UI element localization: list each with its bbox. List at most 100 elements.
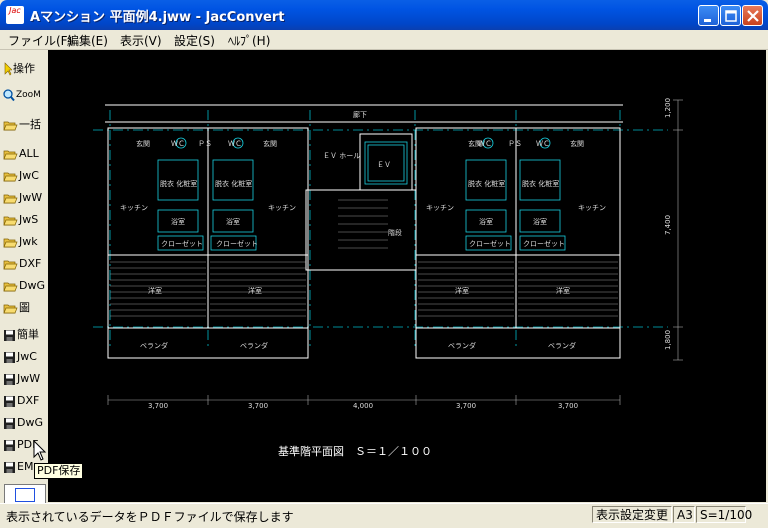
folder-open-icon [3, 172, 18, 181]
toolbar-label: JwC [17, 350, 37, 363]
minimize-icon [704, 19, 711, 22]
fixtures [157, 137, 566, 251]
open-jwk-button[interactable]: Jwk [3, 231, 46, 253]
open-dxf-button[interactable]: DXF [3, 253, 46, 275]
close-icon [747, 10, 759, 22]
toolbar-label: JwW [19, 191, 43, 204]
close-button[interactable] [742, 5, 763, 26]
app-icon: Jac [6, 6, 24, 24]
save-dxf-button[interactable]: DXF [3, 390, 46, 412]
open-image-button[interactable]: 圖 [3, 297, 46, 319]
label-wc: ＷＣ [228, 140, 242, 148]
dimension-lines [107, 99, 683, 405]
open-jwc-button[interactable]: JwC [3, 165, 46, 187]
toolbar-label: Jwk [19, 235, 38, 248]
toolbar-label: 操作 [13, 62, 35, 75]
minimize-button[interactable] [698, 5, 719, 26]
label-kitchen: キッチン [120, 204, 148, 212]
label-veranda: ベランダ [140, 341, 168, 350]
dimension-label: 1,200 [664, 98, 672, 118]
folder-open-icon [3, 216, 18, 225]
open-jws-button[interactable]: JwS [3, 209, 46, 231]
label-entrance: 玄関 [263, 139, 277, 148]
status-bar: 表示されているデータをＰＤＦファイルで保存します 表示設定変更 A3 S=1/1… [0, 503, 768, 528]
label-closet: クローゼット [523, 239, 565, 248]
zoom-icon [3, 89, 15, 102]
zoom-button[interactable]: ZooM [3, 84, 46, 106]
label-ps: ＰＳ [198, 140, 212, 148]
save-icon [4, 351, 15, 363]
folder-open-icon [3, 150, 18, 159]
label-entrance: 玄関 [136, 139, 150, 148]
toolbar-label: DwG [19, 279, 45, 292]
dimension-label: 3,700 [456, 402, 476, 410]
label-bath: 浴室 [226, 217, 240, 226]
label-changing: 脱衣 化粧室 [522, 179, 559, 188]
window-title: Aマンション 平面例4.jww - JacConvert [30, 10, 285, 25]
label-bath: 浴室 [171, 217, 185, 226]
menu-edit[interactable]: 編集(E) [67, 32, 108, 49]
frame-tool-button[interactable] [4, 484, 46, 504]
label-closet: クローゼット [469, 239, 511, 248]
floor-plan: 廊下 ＥＶ ＥＶ ホール 階段 玄関 玄関 玄関 玄関 脱衣 化粧室 脱衣 化粧… [93, 98, 683, 410]
label-ev-hall: ＥＶ ホール [323, 152, 360, 160]
save-simple-button[interactable]: 簡単 [3, 324, 46, 346]
label-western-room: 洋室 [248, 286, 262, 295]
label-kitchen: キッチン [268, 204, 296, 212]
dimension-label: 3,700 [558, 402, 578, 410]
dimension-label: 4,000 [353, 402, 373, 410]
label-entrance: 玄関 [570, 139, 584, 148]
status-message: 表示されているデータをＰＤＦファイルで保存します [6, 510, 294, 524]
maximize-icon [725, 10, 737, 22]
menu-file[interactable]: ファイル(F) [8, 32, 72, 49]
open-jww-button[interactable]: JwW [3, 187, 46, 209]
mouse-cursor-icon [33, 440, 47, 461]
label-ps: ＰＳ [508, 140, 522, 148]
menu-help[interactable]: ﾍﾙﾌﾟ(H) [228, 32, 270, 49]
toolbar-label: EM [17, 460, 34, 473]
save-jwc-button[interactable]: JwC [3, 346, 46, 368]
open-dwg-button[interactable]: DwG [3, 275, 46, 297]
scale-indicator[interactable]: S=1/100 [696, 506, 752, 523]
label-wc: ＷＣ [171, 140, 185, 148]
label-changing: 脱衣 化粧室 [468, 179, 505, 188]
drawing-caption: 基準階平面図 Ｓ＝１／１００ [278, 445, 432, 458]
menu-bar: ファイル(F) 編集(E) 表示(V) 設定(S) ﾍﾙﾌﾟ(H) [0, 30, 768, 50]
menu-view[interactable]: 表示(V) [120, 32, 162, 49]
open-batch-button[interactable]: 一括 [3, 114, 46, 136]
toolbar-label: 一括 [19, 118, 41, 131]
label-stairs: 階段 [388, 228, 402, 237]
toolbar-label: JwS [19, 213, 39, 226]
folder-open-icon [3, 260, 18, 269]
maximize-button[interactable] [720, 5, 741, 26]
label-wc: ＷＣ [478, 140, 492, 148]
menu-settings[interactable]: 設定(S) [174, 32, 215, 49]
label-wc: ＷＣ [536, 140, 550, 148]
toolbar-label: ZooM [16, 90, 41, 100]
label-changing: 脱衣 化粧室 [215, 179, 252, 188]
label-kitchen: キッチン [578, 204, 606, 212]
save-dwg-button[interactable]: DwG [3, 412, 46, 434]
toolbar-label: ALL [19, 147, 39, 160]
drawing-canvas[interactable]: 廊下 ＥＶ ＥＶ ホール 階段 玄関 玄関 玄関 玄関 脱衣 化粧室 脱衣 化粧… [48, 50, 766, 502]
display-settings-button[interactable]: 表示設定変更 [592, 506, 672, 523]
frame-icon [15, 488, 35, 502]
save-jww-button[interactable]: JwW [3, 368, 46, 390]
title-bar: Jac Aマンション 平面例4.jww - JacConvert [0, 0, 768, 30]
save-icon [4, 373, 15, 385]
label-western-room: 洋室 [148, 286, 162, 295]
dimension-label: 7,400 [664, 215, 672, 235]
dimension-label: 1,800 [664, 330, 672, 350]
folder-open-icon [3, 304, 18, 313]
toolbar-label: JwC [19, 169, 39, 182]
label-veranda: ベランダ [240, 341, 268, 350]
paper-size[interactable]: A3 [673, 506, 695, 523]
folder-open-icon [3, 282, 18, 291]
label-bath: 浴室 [533, 217, 547, 226]
label-corridor: 廊下 [353, 110, 367, 119]
folder-open-icon [3, 121, 18, 130]
save-icon [4, 329, 15, 341]
tooltip: PDF保存 [34, 463, 84, 479]
operate-button[interactable]: 操作 [3, 58, 46, 80]
open-all-button[interactable]: ALL [3, 143, 46, 165]
